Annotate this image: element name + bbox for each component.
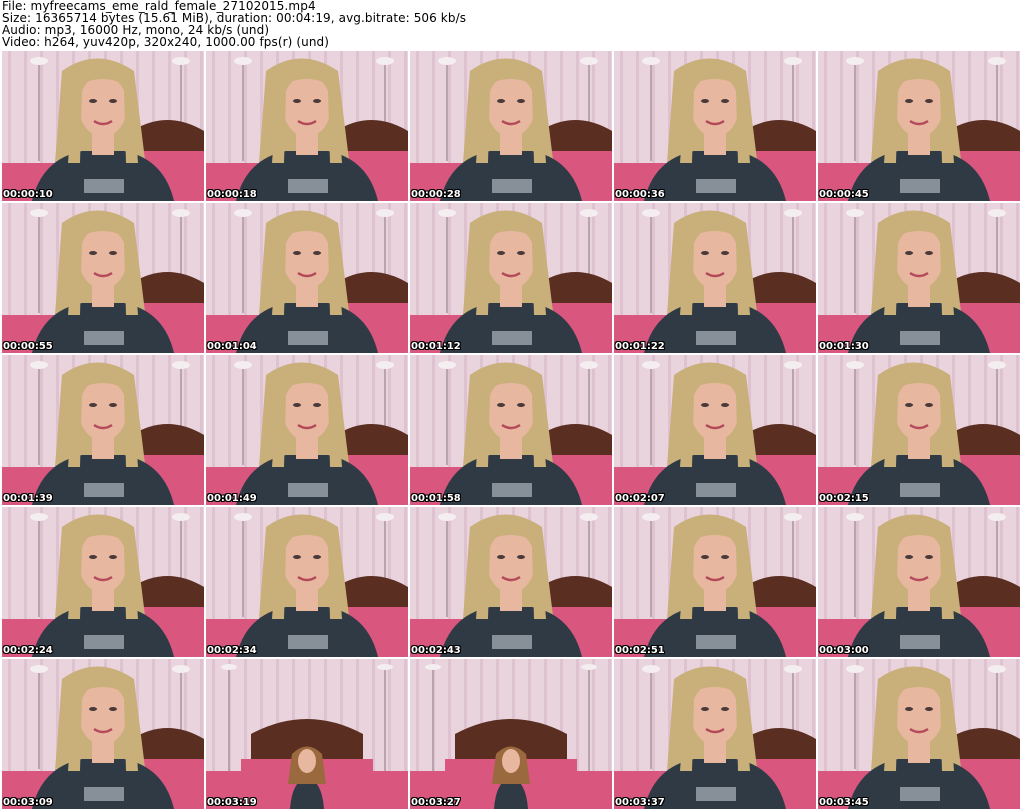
thumbnail-frame-image <box>206 51 408 201</box>
thumbnail-timestamp: 00:02:43 <box>411 645 461 656</box>
file-info-header: File: myfreecams_eme_rald_female_2710201… <box>2 0 1022 48</box>
thumbnail-timestamp: 00:03:09 <box>3 797 53 808</box>
thumbnail-timestamp: 00:01:49 <box>207 493 257 504</box>
thumbnail-timestamp: 00:03:19 <box>207 797 257 808</box>
thumbnail-timestamp: 00:03:27 <box>411 797 461 808</box>
video-thumbnail: 00:01:30 <box>818 203 1020 353</box>
video-thumbnail: 00:00:18 <box>206 51 408 201</box>
thumbnail-timestamp: 00:02:24 <box>3 645 53 656</box>
video-thumbnail: 00:02:15 <box>818 355 1020 505</box>
thumbnail-timestamp: 00:01:04 <box>207 341 257 352</box>
thumbnail-timestamp: 00:02:34 <box>207 645 257 656</box>
video-thumbnail: 00:00:28 <box>410 51 612 201</box>
video-thumbnail: 00:02:43 <box>410 507 612 657</box>
thumbnail-timestamp: 00:01:12 <box>411 341 461 352</box>
thumbnail-frame-image <box>206 355 408 505</box>
video-thumbnail: 00:03:00 <box>818 507 1020 657</box>
video-thumbnail: 00:02:24 <box>2 507 204 657</box>
thumbnail-timestamp: 00:02:51 <box>615 645 665 656</box>
thumbnail-timestamp: 00:00:10 <box>3 189 53 200</box>
thumbnail-frame-image <box>410 355 612 505</box>
video-thumbnail: 00:02:07 <box>614 355 816 505</box>
thumbnail-frame-image <box>818 507 1020 657</box>
video-thumbnail: 00:00:36 <box>614 51 816 201</box>
video-thumbnail: 00:01:22 <box>614 203 816 353</box>
video-thumbnail: 00:02:51 <box>614 507 816 657</box>
thumbnail-frame-image <box>2 203 204 353</box>
video-thumbnail: 00:03:19 <box>206 659 408 809</box>
video-thumbnail: 00:03:37 <box>614 659 816 809</box>
video-thumbnail: 00:00:10 <box>2 51 204 201</box>
video-info-line: Video: h264, yuv420p, 320x240, 1000.00 f… <box>2 35 330 49</box>
thumbnail-timestamp: 00:00:28 <box>411 189 461 200</box>
thumbnail-timestamp: 00:03:45 <box>819 797 869 808</box>
video-thumbnail: 00:03:45 <box>818 659 1020 809</box>
thumbnail-timestamp: 00:00:45 <box>819 189 869 200</box>
video-thumbnail: 00:00:55 <box>2 203 204 353</box>
video-thumbnail: 00:01:04 <box>206 203 408 353</box>
thumbnail-timestamp: 00:01:39 <box>3 493 53 504</box>
thumbnail-timestamp: 00:02:15 <box>819 493 869 504</box>
thumbnail-frame-image <box>818 659 1020 809</box>
thumbnail-grid: 00:00:10 00:00:18 00:00:28 00:00:36 00:00:45… <box>2 51 1023 809</box>
thumbnail-timestamp: 00:03:00 <box>819 645 869 656</box>
thumbnail-frame-image <box>410 659 612 809</box>
video-thumbnail: 00:00:45 <box>818 51 1020 201</box>
thumbnail-frame-image <box>818 51 1020 201</box>
thumbnail-frame-image <box>2 51 204 201</box>
thumbnail-frame-image <box>2 507 204 657</box>
thumbnail-timestamp: 00:01:22 <box>615 341 665 352</box>
thumbnail-frame-image <box>614 659 816 809</box>
thumbnail-frame-image <box>2 355 204 505</box>
thumbnail-frame-image <box>410 203 612 353</box>
thumbnail-timestamp: 00:02:07 <box>615 493 665 504</box>
video-thumbnail: 00:01:39 <box>2 355 204 505</box>
thumbnail-frame-image <box>818 355 1020 505</box>
thumbnail-timestamp: 00:00:55 <box>3 341 53 352</box>
thumbnail-timestamp: 00:01:58 <box>411 493 461 504</box>
thumbnail-frame-image <box>206 659 408 809</box>
thumbnail-timestamp: 00:03:37 <box>615 797 665 808</box>
thumbnail-frame-image <box>614 507 816 657</box>
thumbnail-frame-image <box>206 203 408 353</box>
thumbnail-frame-image <box>614 355 816 505</box>
thumbnail-frame-image <box>614 203 816 353</box>
thumbnail-timestamp: 00:00:18 <box>207 189 257 200</box>
thumbnail-frame-image <box>2 659 204 809</box>
video-thumbnail: 00:03:27 <box>410 659 612 809</box>
video-thumbnail: 00:03:09 <box>2 659 204 809</box>
video-thumbnail: 00:02:34 <box>206 507 408 657</box>
thumbnail-frame-image <box>614 51 816 201</box>
thumbnail-frame-image <box>206 507 408 657</box>
video-thumbnail: 00:01:49 <box>206 355 408 505</box>
thumbnail-frame-image <box>410 51 612 201</box>
thumbnail-frame-image <box>818 203 1020 353</box>
video-thumbnail: 00:01:58 <box>410 355 612 505</box>
thumbnail-timestamp: 00:01:30 <box>819 341 869 352</box>
video-thumbnail: 00:01:12 <box>410 203 612 353</box>
thumbnail-frame-image <box>410 507 612 657</box>
thumbnail-timestamp: 00:00:36 <box>615 189 665 200</box>
